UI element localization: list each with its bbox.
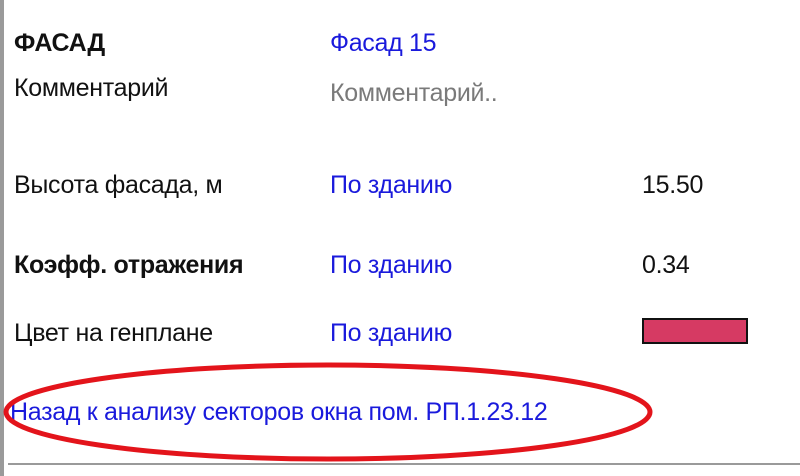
panel-bottom-divider xyxy=(8,463,800,465)
site-plan-color-source-link[interactable]: По зданию xyxy=(330,318,452,348)
reflection-coef-label: Коэфф. отражения xyxy=(14,251,244,279)
reflection-coef-value: 0.34 xyxy=(642,251,690,279)
facade-name-link[interactable]: Фасад 15 xyxy=(330,28,437,58)
reflection-coef-source-link[interactable]: По зданию xyxy=(330,250,452,280)
facade-height-source-link[interactable]: По зданию xyxy=(330,170,452,200)
back-to-window-sector-analysis-link[interactable]: Назад к анализу секторов окна пом. РП.1.… xyxy=(10,397,548,427)
panel-left-border xyxy=(0,0,4,476)
facade-height-value: 15.50 xyxy=(642,171,704,199)
comment-label: Комментарий xyxy=(14,74,169,102)
comment-field[interactable]: Комментарий.. xyxy=(330,78,498,108)
site-plan-color-swatch[interactable] xyxy=(642,318,748,344)
facade-height-label: Высота фасада, м xyxy=(14,171,223,199)
facade-section-title: ФАСАД xyxy=(14,29,105,57)
site-plan-color-label: Цвет на генплане xyxy=(14,319,213,347)
